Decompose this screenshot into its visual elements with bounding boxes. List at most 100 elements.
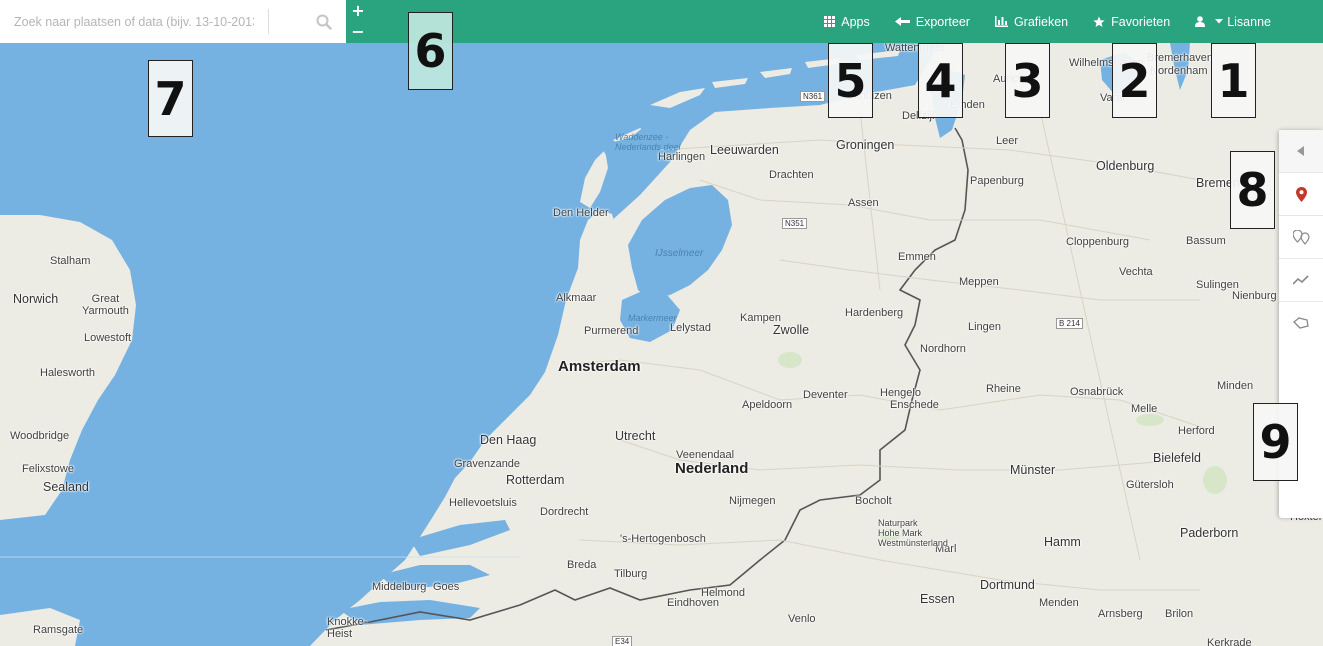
callout-9: 9	[1253, 403, 1298, 481]
line-chart-icon	[1293, 275, 1309, 285]
city-venlo: Venlo	[788, 613, 816, 625]
multi-marker-tool-button[interactable]	[1279, 216, 1323, 259]
city-brilon: Brilon	[1165, 608, 1194, 620]
line-tool-button[interactable]	[1279, 259, 1323, 302]
city-lingen: Lingen	[968, 321, 1002, 333]
search-icon	[316, 14, 332, 30]
callout-6: 6	[408, 12, 453, 90]
city-dortmund: Dortmund	[980, 578, 1035, 592]
water-markermeer: Markermeer	[628, 313, 677, 323]
city-hengelo: Hengelo	[880, 387, 921, 399]
user-icon	[1195, 16, 1206, 27]
city-drachten: Drachten	[769, 169, 814, 181]
city-assen: Assen	[848, 197, 879, 209]
zoom-in-button[interactable]: +	[347, 0, 369, 21]
callout-5: 5	[828, 43, 873, 118]
city-herford: Herford	[1178, 425, 1215, 437]
city-meppen: Meppen	[959, 276, 999, 288]
city-kampen: Kampen	[740, 312, 781, 324]
bar-chart-icon	[994, 16, 1008, 27]
city-halesworth: Halesworth	[40, 367, 96, 379]
city-munster: Münster	[1010, 463, 1056, 477]
road-e34: E34	[612, 636, 633, 646]
city-essen: Essen	[920, 592, 955, 606]
grid-icon	[824, 16, 836, 27]
zoom-out-button[interactable]: −	[347, 21, 369, 42]
top-bar: + − Apps Exporteer	[0, 0, 1323, 43]
city-hardenberg: Hardenberg	[845, 307, 904, 319]
polygon-tool-button[interactable]	[1279, 302, 1323, 344]
city-dordrecht: Dordrecht	[540, 506, 589, 518]
city-knokke: Knokke- Heist	[327, 616, 368, 640]
city-goes: Goes	[433, 581, 460, 593]
city-felixstowe: Felixstowe	[22, 463, 74, 475]
city-bassum: Bassum	[1186, 235, 1226, 247]
city-deventer: Deventer	[803, 389, 848, 401]
city-nienburg: Nienburg	[1232, 290, 1277, 302]
city-enschede: Enschede	[890, 399, 939, 411]
search-divider	[268, 9, 269, 34]
city-zwolle: Zwolle	[773, 323, 810, 337]
city-hellevoetsluis: Hellevoetsluis	[449, 497, 517, 509]
city-den-helder: Den Helder	[553, 207, 609, 219]
city-stalham: Stalham	[50, 255, 91, 267]
city-papenburg: Papenburg	[970, 175, 1024, 187]
star-icon	[1093, 16, 1105, 27]
city-rheine: Rheine	[986, 383, 1021, 395]
city-paderborn: Paderborn	[1180, 526, 1239, 540]
city-bielefeld: Bielefeld	[1153, 451, 1201, 465]
search-button[interactable]	[310, 8, 338, 36]
city-cloppenburg: Cloppenburg	[1066, 236, 1129, 248]
city-arnsberg: Arnsberg	[1098, 608, 1143, 620]
city-hamm: Hamm	[1044, 535, 1081, 549]
zoom-controls: + −	[347, 0, 369, 43]
menu-user-label: Lisanne	[1227, 14, 1271, 29]
city-bocholt: Bocholt	[855, 495, 892, 507]
city-gravenzande: Gravenzande	[454, 458, 521, 470]
label-naturpark: Naturpark Hohe Mark Westmünsterland	[878, 518, 948, 548]
menu-grafieken[interactable]: Grafieken	[994, 15, 1068, 29]
city-veenendaal: Veenendaal	[676, 449, 735, 461]
city-osnabruck: Osnabrück	[1070, 386, 1124, 398]
water-ijsselmeer: IJsselmeer	[655, 248, 704, 259]
city-groningen: Groningen	[836, 138, 895, 152]
road-b214: B 214	[1056, 318, 1083, 329]
callout-4: 4	[918, 43, 963, 118]
city-oldenburg: Oldenburg	[1096, 159, 1155, 173]
map-marker-icon	[1295, 186, 1307, 202]
city-rotterdam: Rotterdam	[506, 473, 565, 487]
search-input[interactable]	[0, 0, 268, 43]
menu-user[interactable]: Lisanne	[1195, 15, 1271, 29]
menu-exporteer[interactable]: Exporteer	[894, 14, 970, 29]
callout-8: 8	[1230, 151, 1275, 229]
city-helmond: Helmond	[701, 587, 746, 599]
city-vechta: Vechta	[1119, 266, 1153, 278]
city-kerkrade: Kerkrade	[1207, 637, 1252, 646]
city-leeuwarden: Leeuwarden	[710, 143, 779, 157]
collapse-panel-button[interactable]	[1279, 130, 1323, 173]
callout-7: 7	[148, 60, 193, 137]
callout-3: 3	[1005, 43, 1050, 118]
city-minden: Minden	[1217, 380, 1254, 392]
city-nijmegen: Nijmegen	[729, 495, 776, 507]
caret-down-icon	[1215, 19, 1224, 24]
menu-exporteer-label: Exporteer	[915, 14, 970, 29]
export-icon	[894, 17, 910, 26]
city-ramsgate: Ramsgate	[33, 624, 84, 636]
polygon-icon	[1293, 317, 1309, 329]
city-menden: Menden	[1039, 597, 1079, 609]
city-amsterdam: Amsterdam	[558, 358, 641, 375]
menu-favorieten[interactable]: Favorieten	[1093, 15, 1170, 29]
menu-favorieten-label: Favorieten	[1111, 14, 1171, 29]
marker-tool-button[interactable]	[1279, 173, 1323, 216]
city-den-haag: Den Haag	[480, 433, 537, 447]
city-nordenham: Nordenham	[1150, 65, 1208, 77]
menu-apps[interactable]: Apps	[824, 15, 870, 29]
city-norwich: Norwich	[13, 292, 59, 306]
city-purmerend: Purmerend	[584, 325, 639, 337]
road-n351: N351	[782, 218, 808, 229]
city-middelburg: Middelburg	[372, 581, 427, 593]
multi-marker-icon	[1292, 229, 1310, 245]
city-utrecht: Utrecht	[615, 429, 656, 443]
city-gutersloh: Gütersloh	[1126, 479, 1174, 491]
